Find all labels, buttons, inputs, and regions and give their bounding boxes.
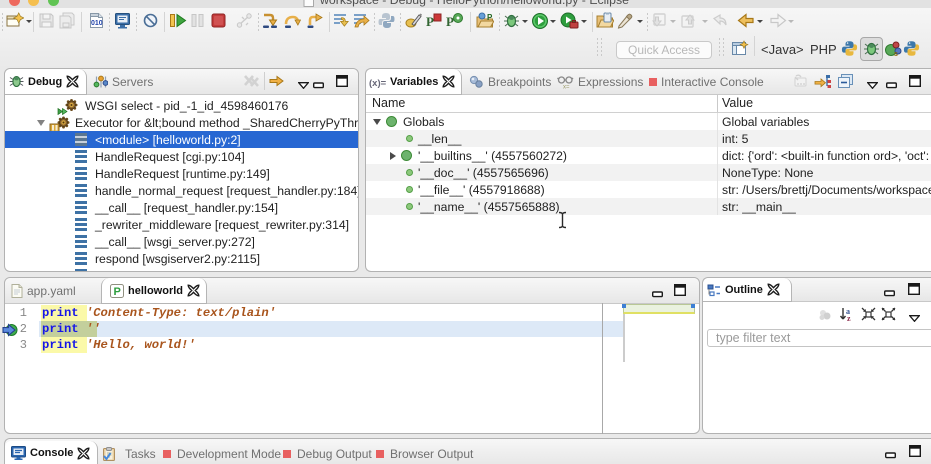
- svg-text:s: s: [894, 51, 898, 58]
- svg-text:x=: x=: [563, 84, 570, 89]
- svg-text:P: P: [446, 14, 454, 29]
- svg-text:(x)=: (x)=: [369, 78, 386, 88]
- svg-text:P: P: [487, 13, 493, 22]
- svg-text:P: P: [426, 14, 434, 29]
- svg-text:P: P: [114, 286, 121, 298]
- svg-text:010: 010: [91, 20, 103, 27]
- svg-text:z: z: [847, 314, 851, 322]
